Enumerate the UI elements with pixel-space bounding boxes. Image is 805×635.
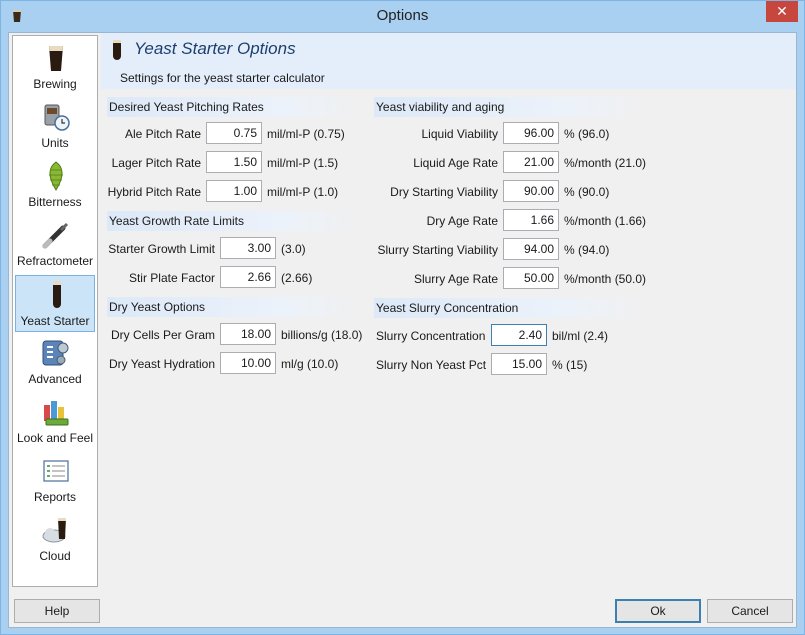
group-title-pitching: Desired Yeast Pitching Rates [107,97,361,117]
sidebar-item-label: Cloud [39,549,71,563]
slurry-concentration-input[interactable] [491,324,547,346]
page-title: Yeast Starter Options [134,39,296,58]
dry-starting-viability-label: Dry Starting Viability [390,185,498,199]
sidebar-item-units[interactable]: Units [15,98,95,155]
palette-icon [44,401,69,426]
sidebar-item-label: Reports [33,490,77,504]
sidebar-item-refractometer[interactable]: Refractometer [15,216,95,273]
dry-cells-per-gram-unit: billions/g (18.0) [281,328,363,342]
lager-pitch-rate-unit: mil/ml-P (1.5) [267,156,339,170]
sidebar-item-bitterness[interactable]: Bitterness [15,157,95,214]
page-header: Yeast Starter Options Settings for the y… [101,33,796,89]
reports-icon [43,460,69,482]
starter-growth-limit-input[interactable] [220,237,276,259]
slurry-starting-viability-input[interactable] [503,238,559,260]
dry-starting-viability-unit: % (90.0) [564,185,610,199]
test-tube-icon [53,281,61,308]
sidebar-item-reports[interactable]: Reports [15,452,95,509]
liquid-viability-input[interactable] [503,122,559,144]
ale-pitch-rate-unit: mil/ml-P (0.75) [267,127,345,141]
dry-yeast-hydration-input[interactable] [220,352,276,374]
hybrid-pitch-rate-input[interactable] [206,180,262,202]
slurry-age-rate-unit: %/month (50.0) [564,272,647,286]
cancel-button[interactable]: Cancel [707,599,793,623]
sidebar-item-label: Refractometer [16,254,94,268]
sidebar-item-label: Bitterness [28,195,82,209]
sidebar-item-cloud[interactable]: Cloud [15,511,95,568]
ok-button[interactable]: Ok [615,599,701,623]
sidebar-item-label: Yeast Starter [20,314,90,328]
sidebar-item-label: Brewing [33,77,77,91]
test-tube-icon [113,40,121,60]
stir-plate-factor-label: Stir Plate Factor [128,271,215,285]
advanced-icon [42,340,69,366]
hybrid-pitch-rate-unit: mil/ml-P (1.0) [267,185,339,199]
group-title-viability: Yeast viability and aging [374,97,646,117]
ale-pitch-rate-input[interactable] [206,122,262,144]
dry-yeast-hydration-unit: ml/g (10.0) [281,357,339,371]
liquid-viability-unit: % (96.0) [564,127,610,141]
slurry-starting-viability-label: Slurry Starting Viability [377,243,499,257]
slurry-concentration-label: Slurry Concentration [376,329,486,343]
group-title-growth: Yeast Growth Rate Limits [107,211,361,231]
help-button[interactable]: Help [14,599,100,623]
dry-starting-viability-input[interactable] [503,180,559,202]
liquid-age-rate-unit: %/month (21.0) [564,156,647,170]
hops-icon [49,161,63,191]
liquid-age-rate-label: Liquid Age Rate [413,156,498,170]
title-bar: Options ✕ [1,1,804,31]
slurry-non-yeast-pct-label: Slurry Non Yeast Pct [376,358,487,372]
beer-glass-icon [49,46,63,71]
client-area: Brewing Units Bitterness Refractometer Y… [8,32,797,628]
page-subtitle: Settings for the yeast starter calculato… [120,71,325,85]
starter-growth-limit-label: Starter Growth Limit [108,242,215,256]
sidebar-item-look-and-feel[interactable]: Look and Feel [15,393,95,450]
group-title-slurry: Yeast Slurry Concentration [374,298,646,318]
close-button[interactable]: ✕ [766,1,798,22]
dry-age-rate-unit: %/month (1.66) [564,214,647,228]
dry-age-rate-label: Dry Age Rate [426,214,498,228]
slurry-age-rate-label: Slurry Age Rate [413,272,498,286]
units-icon [44,104,70,131]
sidebar-item-brewing[interactable]: Brewing [15,39,95,96]
cloud-icon [42,518,66,543]
slurry-non-yeast-pct-input[interactable] [491,353,547,375]
sidebar-item-label: Advanced [28,372,82,386]
ale-pitch-rate-label: Ale Pitch Rate [124,127,201,141]
hybrid-pitch-rate-label: Hybrid Pitch Rate [107,185,201,199]
lager-pitch-rate-label: Lager Pitch Rate [111,156,201,170]
slurry-starting-viability-unit: % (94.0) [564,243,610,257]
sidebar-item-label: Look and Feel [16,431,94,445]
sidebar-item-yeast-starter[interactable]: Yeast Starter [15,275,95,332]
dry-yeast-hydration-label: Dry Yeast Hydration [108,357,215,371]
slurry-non-yeast-pct-unit: % (15) [552,358,588,372]
slurry-age-rate-input[interactable] [503,267,559,289]
options-window: Options ✕ Brewing Units Bitterness Refra… [0,0,805,635]
options-sidebar: Brewing Units Bitterness Refractometer Y… [12,35,98,587]
button-bar: Help Ok Cancel [9,590,796,627]
stir-plate-factor-unit: (2.66) [281,271,313,285]
slurry-concentration-unit: bil/ml (2.4) [552,329,609,343]
dry-cells-per-gram-input[interactable] [220,323,276,345]
dry-age-rate-input[interactable] [503,209,559,231]
dry-cells-per-gram-label: Dry Cells Per Gram [110,328,215,342]
refractometer-icon [42,222,69,249]
sidebar-item-label: Units [41,136,69,150]
sidebar-item-advanced[interactable]: Advanced [15,334,95,391]
group-title-dry: Dry Yeast Options [107,297,361,317]
stir-plate-factor-input[interactable] [220,266,276,288]
starter-growth-limit-unit: (3.0) [281,242,306,256]
lager-pitch-rate-input[interactable] [206,151,262,173]
window-title: Options [376,7,429,24]
liquid-viability-label: Liquid Viability [421,127,499,141]
liquid-age-rate-input[interactable] [503,151,559,173]
